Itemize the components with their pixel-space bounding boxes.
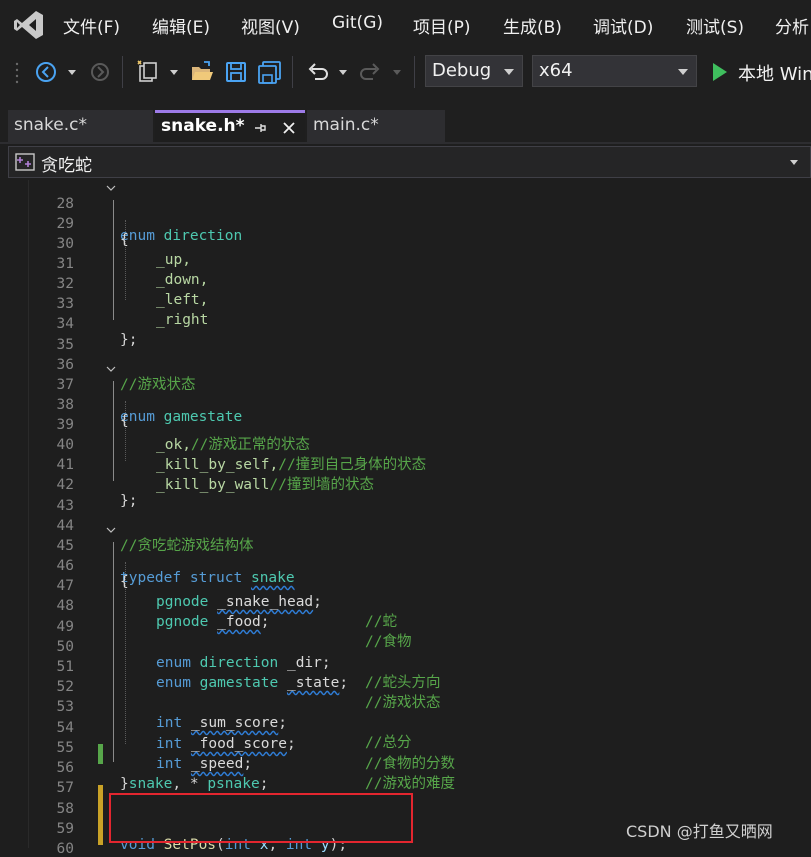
tab-snake-c[interactable]: snake.c* [8,110,153,142]
menu-git[interactable]: Git(G) [332,13,383,33]
tab-label: main.c* [313,115,379,135]
solution-platform-dropdown[interactable]: x64 [532,55,697,87]
start-debugging-button[interactable]: 本地 Win [738,60,811,86]
code-line: 33 _right [0,280,811,328]
save-all-icon[interactable] [257,60,283,84]
fold-chevron-down-icon[interactable] [106,183,116,193]
chevron-down-icon [504,69,514,75]
navigation-bar-project-dropdown[interactable]: 贪吃蛇 [8,146,811,178]
menu-project[interactable]: 项目(P) [413,13,471,38]
toolbar-grip-icon [15,62,19,84]
code-line: 55 int _speed; //游戏的难度 [0,724,811,792]
code-line: 40 _kill_by_self,//撞到自己身体的状态 [0,421,811,473]
tab-label: snake.h* [161,116,245,136]
code-line: 47 pgnode _snake_head; //蛇 [0,562,811,630]
code-line: 41 _kill_by_wall//撞到墙的状态 [0,441,811,493]
code-line: 54 int _food_score; //食物的分数 [0,704,811,772]
navigate-forward-icon[interactable] [88,60,112,84]
menu-view[interactable]: 视图(V) [241,13,300,38]
toolbar-separator [292,56,293,88]
code-line: 29 { [0,200,811,248]
code-line: 45 typedef struct snake [0,522,811,586]
code-line: 44 //贪吃蛇游戏结构体 [0,502,811,554]
new-dropdown-chevron-down-icon[interactable] [168,60,180,84]
code-line: 36 //游戏状态 [0,341,811,393]
code-line: 28 enum direction [0,180,811,244]
solution-configuration-dropdown[interactable]: Debug [425,55,523,87]
code-line: 37 enum gamestate [0,361,811,425]
code-line: 32 _left, [0,260,811,308]
code-line: 30 _up, [0,220,811,268]
code-line: 48 pgnode _food; //食物 [0,582,811,650]
tab-strip-divider [0,142,811,144]
menu-bar: 文件(F) 编辑(E) 视图(V) Git(G) 项目(P) 生成(B) 调试(… [0,0,811,50]
code-line: 38 { [0,381,811,429]
undo-dropdown-chevron-down-icon[interactable] [337,60,349,84]
visual-studio-logo-icon[interactable] [12,8,46,42]
code-line: 49 [0,603,811,635]
menu-file[interactable]: 文件(F) [63,13,120,38]
code-line: 52 [0,663,811,695]
menu-test[interactable]: 测试(S) [686,13,744,38]
code-line: 53 int _sum_score; //总分 [0,683,811,751]
watermark: CSDN @打鱼又晒网 [626,822,773,841]
code-line: 42 }; [0,461,811,509]
new-project-icon[interactable] [136,60,162,84]
start-debugging-play-icon[interactable] [711,60,729,84]
code-line: 56 }snake, * psnake; [0,744,811,792]
tab-snake-h[interactable]: snake.h* [155,110,305,142]
project-icon [15,153,35,171]
toolbar-separator [122,56,123,88]
menu-edit[interactable]: 编辑(E) [152,13,210,38]
chevron-down-icon [790,160,798,165]
tab-label: snake.c* [14,115,87,135]
undo-icon[interactable] [305,60,329,84]
menu-build[interactable]: 生成(B) [503,13,562,38]
back-dropdown-chevron-down-icon[interactable] [66,60,78,84]
code-line: 50 enum direction _dir; //蛇头方向 [0,623,811,691]
tab-main-c[interactable]: main.c* [307,110,445,142]
chevron-down-icon [678,69,688,75]
code-line: 51 enum gamestate _state; //游戏状态 [0,643,811,711]
code-line: 31 _down, [0,240,811,288]
menu-debug[interactable]: 调试(D) [593,13,653,38]
pin-tab-icon[interactable] [253,121,267,135]
line-number: 60 [56,841,74,857]
fold-chevron-down-icon[interactable] [106,364,116,374]
toolbar-separator [414,56,415,88]
redo-dropdown-chevron-down-icon[interactable] [391,60,403,84]
highlight-annotation-box [109,793,413,843]
code-line: 57 [0,764,811,796]
configuration-value: Debug [432,60,492,81]
code-line: 35 [0,321,811,353]
open-folder-icon[interactable] [190,60,214,84]
document-tab-strip: snake.c* snake.h* main.c* [0,94,811,142]
close-tab-icon[interactable] [281,120,297,136]
platform-value: x64 [539,60,573,81]
save-icon[interactable] [224,60,248,84]
project-scope-label: 贪吃蛇 [41,156,92,176]
toolbar: Debug x64 [0,50,811,94]
navigate-back-icon[interactable] [34,60,58,84]
code-line: 46 { [0,542,811,590]
code-line: 34 }; [0,300,811,348]
fold-chevron-down-icon[interactable] [106,525,116,535]
code-line: 43 [0,482,811,514]
menu-analyze[interactable]: 分析 [775,13,809,38]
redo-icon[interactable] [359,60,383,84]
code-line: 39 _ok,//游戏正常的状态 [0,401,811,453]
